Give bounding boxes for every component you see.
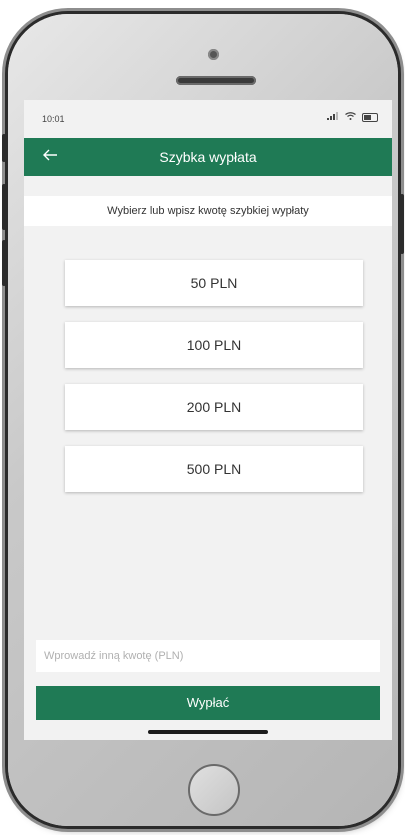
phone-screen: 10:01 Szybka wypłata Wybierz lub wpisz k… [24,100,392,740]
status-icons [327,112,378,123]
mute-switch [2,134,6,162]
amount-50-button[interactable]: 50 PLN [65,260,363,306]
status-time: 10:01 [42,114,65,124]
withdraw-button[interactable]: Wypłać [36,686,380,720]
front-camera [208,49,219,60]
app-header: Szybka wypłata [24,138,392,176]
home-indicator [148,730,268,734]
volume-down-button [2,240,6,286]
battery-icon [362,113,378,122]
status-bar: 10:01 [24,100,392,138]
instruction-text: Wybierz lub wpisz kwotę szybkiej wypłaty [24,196,392,226]
wifi-icon [345,112,356,123]
custom-amount-input[interactable] [36,640,380,672]
power-button [400,194,404,254]
amount-200-button[interactable]: 200 PLN [65,384,363,430]
page-title: Szybka wypłata [159,149,257,165]
earpiece-speaker [176,76,256,85]
amount-100-button[interactable]: 100 PLN [65,322,363,368]
amount-500-button[interactable]: 500 PLN [65,446,363,492]
volume-up-button [2,184,6,230]
home-button[interactable] [188,764,240,816]
signal-bars-icon [327,112,339,123]
